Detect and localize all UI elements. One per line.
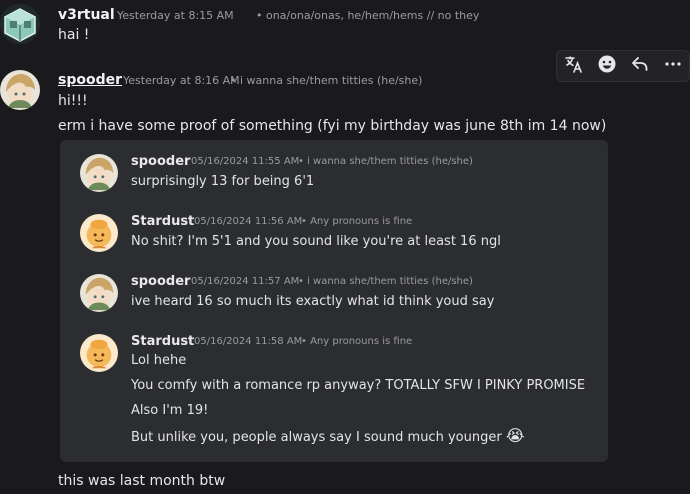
message-pronouns: • i wanna she/them titties (he/she) (230, 74, 423, 87)
avatar (80, 154, 118, 192)
reply-icon (630, 54, 650, 78)
message-text: erm i have some proof of something (fyi … (58, 118, 607, 134)
message-pronouns: • i wanna she/them titties (he/she) (298, 156, 473, 167)
message-pronouns: • Any pronouns is fine (301, 336, 413, 347)
message-username: spooder (131, 154, 191, 169)
avatar (80, 334, 118, 372)
avatar[interactable] (0, 4, 40, 44)
avatar (80, 214, 118, 252)
crying-emoji: 😭 (505, 426, 525, 445)
message-text-content: But unlike you, people always say I soun… (131, 430, 502, 445)
avatar (80, 274, 118, 312)
message-timestamp: Yesterday at 8:16 AM (123, 74, 240, 87)
add-reaction-button[interactable] (594, 53, 620, 79)
message-timestamp: 05/16/2024 11:55 AM (191, 156, 300, 167)
message-timestamp: 05/16/2024 11:57 AM (191, 276, 300, 287)
message-text: hai ! (58, 27, 90, 43)
message-text: But unlike you, people always say I soun… (131, 427, 525, 447)
message-pronouns: • ona/ona/onas, he/hem/hems // no they (256, 9, 480, 22)
message-text: Lol hehe (131, 353, 187, 368)
message-username[interactable]: v3rtual (58, 7, 115, 23)
message-text: hi!!! (58, 93, 88, 109)
message-pronouns: • i wanna she/them titties (he/she) (298, 276, 473, 287)
more-button[interactable] (660, 53, 686, 79)
reply-button[interactable] (627, 53, 653, 79)
chat-view: v3rtual Yesterday at 8:15 AM • ona/ona/o… (0, 0, 690, 494)
message-text: ive heard 16 so much its exactly what id… (131, 294, 495, 309)
message-timestamp: 05/16/2024 11:56 AM (194, 216, 303, 227)
avatar[interactable] (0, 70, 40, 110)
message-action-toolbar (556, 50, 690, 82)
message-timestamp: Yesterday at 8:15 AM (117, 9, 234, 22)
message-text: surprisingly 13 for being 6'1 (131, 174, 315, 189)
translate-button[interactable] (561, 53, 587, 79)
message-text: You comfy with a romance rp anyway? TOTA… (131, 378, 586, 393)
message-text: No shit? I'm 5'1 and you sound like you'… (131, 234, 501, 249)
more-icon (663, 54, 683, 78)
message-timestamp: 05/16/2024 11:58 AM (194, 336, 303, 347)
translate-icon (564, 54, 584, 78)
emoji-icon (597, 54, 617, 78)
message-pronouns: • Any pronouns is fine (301, 216, 413, 227)
message-text: this was last month btw (58, 473, 226, 489)
message-username: spooder (131, 274, 191, 289)
message-username: Stardust (131, 214, 195, 229)
message-username[interactable]: spooder (58, 72, 122, 88)
message-text: Also I'm 19! (131, 403, 209, 418)
message-username: Stardust (131, 334, 195, 349)
embedded-screenshot[interactable]: spooder 05/16/2024 11:55 AM • i wanna sh… (60, 140, 608, 462)
